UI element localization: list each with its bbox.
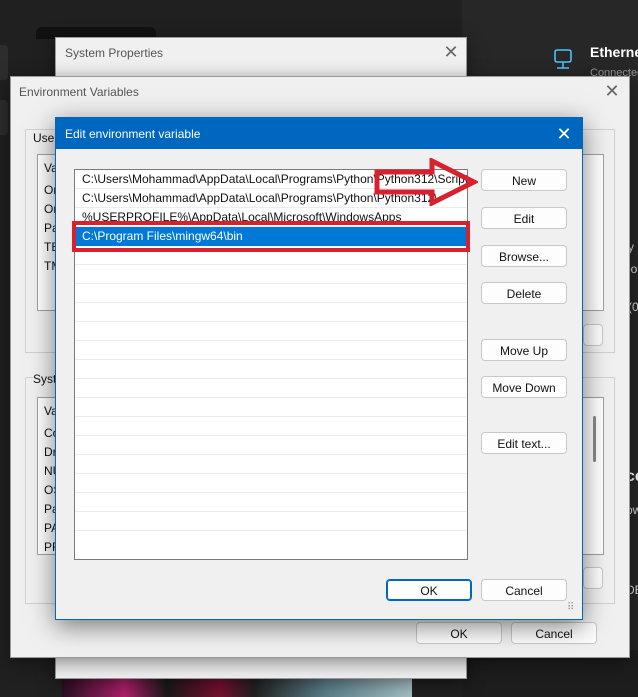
empty-row[interactable] bbox=[75, 265, 467, 284]
edit-button[interactable]: Edit bbox=[481, 207, 567, 229]
scrollbar-thumb[interactable] bbox=[593, 416, 596, 462]
system-properties-title: System Properties bbox=[65, 46, 164, 60]
background-strip bbox=[0, 45, 8, 80]
ethernet-icon bbox=[554, 49, 572, 69]
highlight-box bbox=[72, 221, 470, 252]
empty-row[interactable] bbox=[75, 398, 467, 417]
empty-row[interactable] bbox=[75, 436, 467, 455]
empty-row[interactable] bbox=[75, 341, 467, 360]
edit-environment-variable-dialog: Edit environment variable ✕ C:\Users\Moh… bbox=[55, 117, 583, 620]
environment-variables-title: Environment Variables bbox=[19, 85, 139, 99]
move-down-button[interactable]: Move Down bbox=[481, 376, 567, 398]
empty-row[interactable] bbox=[75, 512, 467, 531]
empty-row[interactable] bbox=[75, 322, 467, 341]
user-delete-button[interactable] bbox=[583, 324, 603, 346]
resize-grip-icon[interactable]: ⠿ bbox=[567, 603, 579, 617]
empty-row[interactable] bbox=[75, 493, 467, 512]
ok-button[interactable]: OK bbox=[386, 579, 472, 601]
close-icon[interactable]: ✕ bbox=[440, 42, 462, 62]
empty-row[interactable] bbox=[75, 284, 467, 303]
empty-row[interactable] bbox=[75, 303, 467, 322]
arrow-icon bbox=[374, 158, 478, 206]
empty-row[interactable] bbox=[75, 360, 467, 379]
dialog-title: Edit environment variable bbox=[65, 127, 201, 141]
close-icon[interactable]: ✕ bbox=[601, 81, 623, 101]
background-strip bbox=[0, 100, 8, 135]
browse-button[interactable]: Browse... bbox=[481, 245, 567, 267]
edit-text-button[interactable]: Edit text... bbox=[481, 432, 567, 454]
empty-row[interactable] bbox=[75, 455, 467, 474]
system-delete-button[interactable] bbox=[583, 567, 603, 589]
env-ok-button[interactable]: OK bbox=[416, 622, 502, 644]
delete-button[interactable]: Delete bbox=[481, 282, 567, 304]
cancel-button[interactable]: Cancel bbox=[481, 579, 567, 601]
close-icon[interactable]: ✕ bbox=[553, 124, 575, 144]
empty-row[interactable] bbox=[75, 379, 467, 398]
system-variables-list-edge bbox=[583, 397, 604, 555]
new-button[interactable]: New bbox=[481, 169, 567, 191]
ethernet-title[interactable]: Ethernet bbox=[590, 44, 638, 60]
env-cancel-button[interactable]: Cancel bbox=[511, 622, 597, 644]
user-variables-list-edge bbox=[583, 154, 604, 311]
empty-row[interactable] bbox=[75, 417, 467, 436]
move-up-button[interactable]: Move Up bbox=[481, 339, 567, 361]
empty-row[interactable] bbox=[75, 474, 467, 493]
